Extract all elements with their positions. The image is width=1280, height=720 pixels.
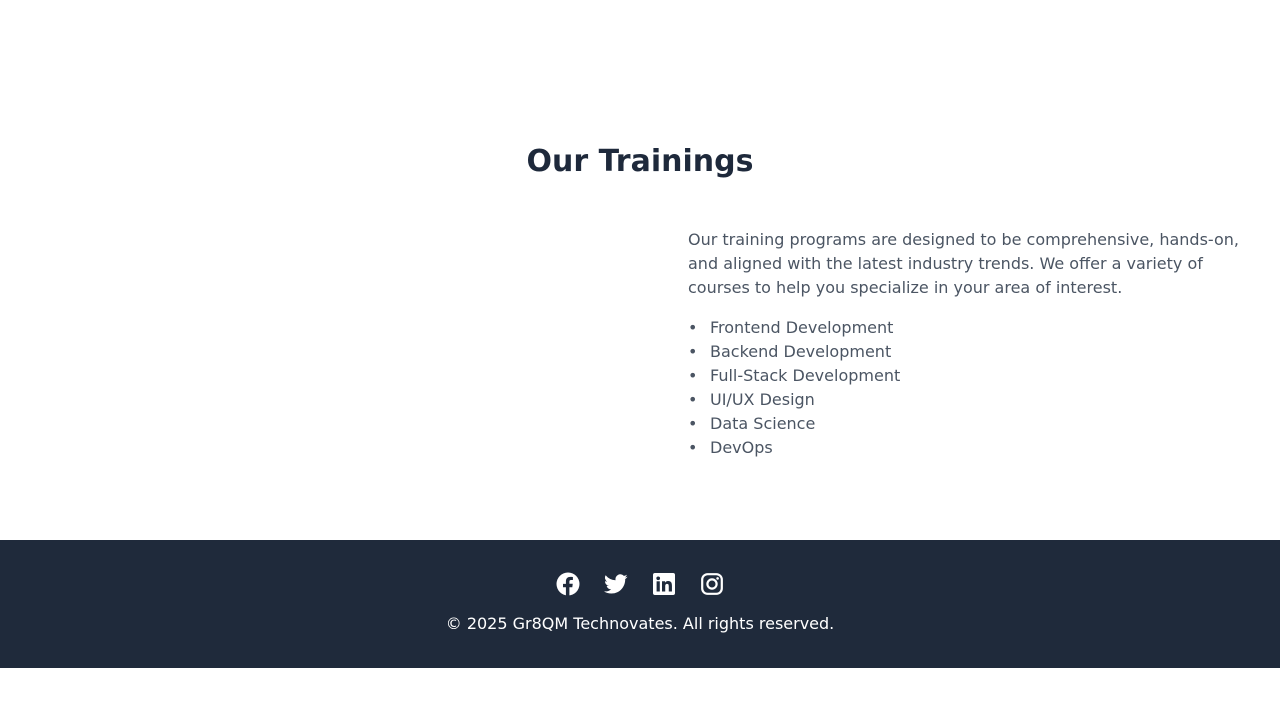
bullet: • [688,318,698,337]
bullet: • [688,438,698,457]
facebook-icon [556,572,580,596]
social-links [0,572,1280,596]
footer: © 2025 Gr8QM Technovates. All rights res… [0,540,1280,668]
bullet: • [688,342,698,361]
training-image-area [40,228,640,460]
course-item: • Data Science [688,412,1248,436]
linkedin-link[interactable] [652,572,676,596]
bullet: • [688,414,698,433]
course-item: • UI/UX Design [688,388,1248,412]
course-label: DevOps [710,438,773,457]
course-list: • Frontend Development • Backend Develop… [688,316,1248,460]
course-label: UI/UX Design [710,390,815,409]
copyright-text: © 2025 Gr8QM Technovates. All rights res… [445,614,835,633]
linkedin-icon [653,573,675,595]
twitter-icon [604,574,628,594]
course-item: • Backend Development [688,340,1248,364]
trainings-content: Our training programs are designed to be… [688,228,1248,460]
page: Our Trainings Our training programs are … [0,0,1280,720]
course-label: Backend Development [710,342,892,361]
course-label: Data Science [710,414,816,433]
section-title: Our Trainings [526,144,754,179]
course-item: • DevOps [688,436,1248,460]
bullet: • [688,390,698,409]
trainings-intro: Our training programs are designed to be… [688,230,1239,297]
instagram-icon [701,573,723,595]
course-label: Frontend Development [710,318,894,337]
facebook-link[interactable] [556,572,580,596]
course-label: Full-Stack Development [710,366,901,385]
course-item: • Full-Stack Development [688,364,1248,388]
course-item: • Frontend Development [688,316,1248,340]
bullet: • [688,366,698,385]
instagram-link[interactable] [700,572,724,596]
twitter-link[interactable] [604,572,628,596]
